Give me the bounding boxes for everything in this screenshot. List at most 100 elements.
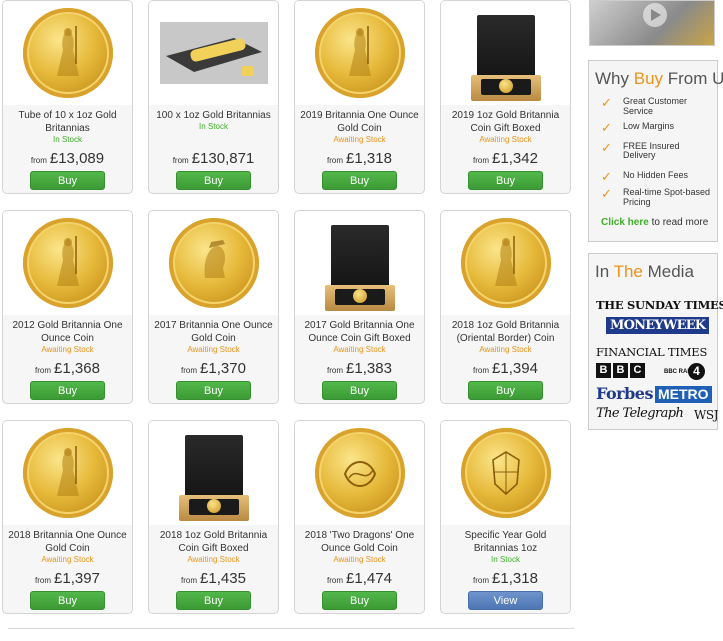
price-from-label: from <box>181 366 198 375</box>
stock-status: Awaiting Stock <box>41 555 94 564</box>
product-image[interactable] <box>3 1 132 105</box>
product-title[interactable]: 2018 Britannia One Ounce Gold Coin Awaiti… <box>7 529 128 565</box>
bbc-letter-box: B <box>596 363 611 378</box>
gold-coin-image <box>460 218 551 308</box>
product-price: from £1,368 <box>3 360 132 378</box>
product-title[interactable]: 2018 1oz Gold Britannia (Oriental Border… <box>445 319 566 355</box>
product-title[interactable]: 2012 Gold Britannia One Ounce Coin Awaiti… <box>7 319 128 355</box>
view-button[interactable]: View <box>468 591 543 610</box>
price-amount: £1,318 <box>492 570 538 587</box>
product-price: from £1,383 <box>295 360 424 378</box>
buy-button[interactable]: Buy <box>322 591 397 610</box>
buy-button[interactable]: Buy <box>322 381 397 400</box>
stock-status: Awaiting Stock <box>187 555 240 564</box>
product-card[interactable]: 2018 1oz Gold Britannia Coin Gift Boxed A… <box>148 420 279 614</box>
product-card[interactable]: 2017 Britannia One Ounce Gold Coin Awaiti… <box>148 210 279 404</box>
product-image[interactable] <box>441 421 570 525</box>
product-image[interactable] <box>149 421 278 525</box>
radio-4-badge: 4 <box>688 363 705 380</box>
metro-logo: METRO <box>655 386 712 403</box>
gift-box-image <box>324 225 395 311</box>
price-amount: £130,871 <box>191 150 255 167</box>
product-image[interactable] <box>3 421 132 525</box>
in-the-media-panel: In The Media THE SUNDAY TIMES MONEYWEEK … <box>588 253 723 430</box>
product-card[interactable]: 2018 'Two Dragons' One Ounce Gold Coin Aw… <box>294 420 425 614</box>
product-card[interactable]: 2019 Britannia One Ounce Gold Coin Awaiti… <box>294 0 425 194</box>
price-from-label: from <box>181 576 198 585</box>
product-title[interactable]: 2017 Gold Britannia One Ounce Coin Gift … <box>299 319 420 355</box>
product-image[interactable] <box>295 211 424 315</box>
coin-tubes-image <box>159 22 268 84</box>
price-from-label: from <box>172 156 189 165</box>
price-amount: £1,435 <box>200 570 246 587</box>
product-price: from £1,318 <box>295 150 424 168</box>
product-card[interactable]: 2018 1oz Gold Britannia (Oriental Border… <box>440 210 571 404</box>
product-card[interactable]: 2019 1oz Gold Britannia Coin Gift Boxed A… <box>440 0 571 194</box>
product-card[interactable]: 2018 Britannia One Ounce Gold Coin Awaiti… <box>2 420 133 614</box>
product-card[interactable]: 100 x 1oz Gold Britannias In Stock from £13… <box>148 0 279 194</box>
product-title[interactable]: 2019 Britannia One Ounce Gold Coin Awaiti… <box>299 109 420 145</box>
product-image[interactable] <box>295 421 424 525</box>
stock-status: Awaiting Stock <box>479 135 532 144</box>
gold-coin-image <box>22 8 113 98</box>
product-image[interactable] <box>441 211 570 315</box>
price-amount: £1,383 <box>346 360 392 377</box>
check-icon: ✓ <box>601 168 612 184</box>
price-amount: £1,474 <box>346 570 392 587</box>
gold-coin-image <box>460 428 551 518</box>
buy-button[interactable]: Buy <box>30 591 105 610</box>
price-from-label: from <box>473 156 490 165</box>
gift-box-image <box>470 15 541 101</box>
price-amount: £1,394 <box>492 360 538 377</box>
product-title[interactable]: 100 x 1oz Gold Britannias In Stock <box>153 109 274 132</box>
buy-button[interactable]: Buy <box>30 171 105 190</box>
price-amount: £13,089 <box>49 150 105 167</box>
check-icon: ✓ <box>601 186 612 201</box>
buy-button[interactable]: Buy <box>30 381 105 400</box>
why-item: ✓ Real-time Spot-based Pricing <box>601 186 711 207</box>
product-card[interactable]: Specific Year Gold Britannias 1oz In Stoc… <box>440 420 571 614</box>
product-title[interactable]: 2019 1oz Gold Britannia Coin Gift Boxed A… <box>445 109 566 145</box>
product-title[interactable]: 2017 Britannia One Ounce Gold Coin Awaiti… <box>153 319 274 355</box>
media-heading: In The Media <box>595 262 694 281</box>
product-image[interactable] <box>149 211 278 315</box>
product-card[interactable]: Tube of 10 x 1oz Gold Britannias In Stock… <box>2 0 133 194</box>
product-image[interactable] <box>3 211 132 315</box>
product-title[interactable]: 2018 'Two Dragons' One Ounce Gold Coin Aw… <box>299 529 420 565</box>
product-image[interactable] <box>441 1 570 105</box>
product-title[interactable]: Specific Year Gold Britannias 1oz In Stoc… <box>445 529 566 565</box>
product-image[interactable] <box>295 1 424 105</box>
buy-button[interactable]: Buy <box>322 171 397 190</box>
read-more: Click here to read more <box>601 217 709 228</box>
buy-button[interactable]: Buy <box>176 171 251 190</box>
product-price: from £13,089 <box>3 150 132 168</box>
forbes-logo: Forbes <box>596 384 653 403</box>
buy-button[interactable]: Buy <box>176 591 251 610</box>
product-image[interactable] <box>149 1 278 105</box>
price-amount: £1,368 <box>54 360 100 377</box>
stock-status: In Stock <box>199 122 228 131</box>
why-buy-panel: Why Buy From Us? ✓Great Customer Service… <box>588 60 723 242</box>
product-card[interactable]: 2012 Gold Britannia One Ounce Coin Awaiti… <box>2 210 133 404</box>
product-price: from £1,397 <box>3 570 132 588</box>
stock-status: Awaiting Stock <box>333 555 386 564</box>
bbc-logo: B B C <box>596 363 645 378</box>
buy-button[interactable]: Buy <box>468 381 543 400</box>
price-from-label: from <box>35 366 52 375</box>
price-from-label: from <box>473 576 490 585</box>
product-title[interactable]: 2018 1oz Gold Britannia Coin Gift Boxed A… <box>153 529 274 565</box>
buy-button[interactable]: Buy <box>468 171 543 190</box>
bbc-letter-box: C <box>630 363 645 378</box>
product-card[interactable]: 2017 Gold Britannia One Ounce Coin Gift … <box>294 210 425 404</box>
moneyweek-logo: MONEYWEEK <box>606 317 710 334</box>
promo-video-thumbnail[interactable] <box>589 0 715 46</box>
stock-status: Awaiting Stock <box>41 345 94 354</box>
product-price: from £1,370 <box>149 360 278 378</box>
buy-button[interactable]: Buy <box>176 381 251 400</box>
price-amount: £1,397 <box>54 570 100 587</box>
price-from-label: from <box>327 156 344 165</box>
read-more-link[interactable]: Click here <box>601 217 649 228</box>
price-amount: £1,342 <box>492 150 538 167</box>
product-title[interactable]: Tube of 10 x 1oz Gold Britannias In Stock <box>7 109 128 145</box>
product-price: from £1,318 <box>441 570 570 588</box>
